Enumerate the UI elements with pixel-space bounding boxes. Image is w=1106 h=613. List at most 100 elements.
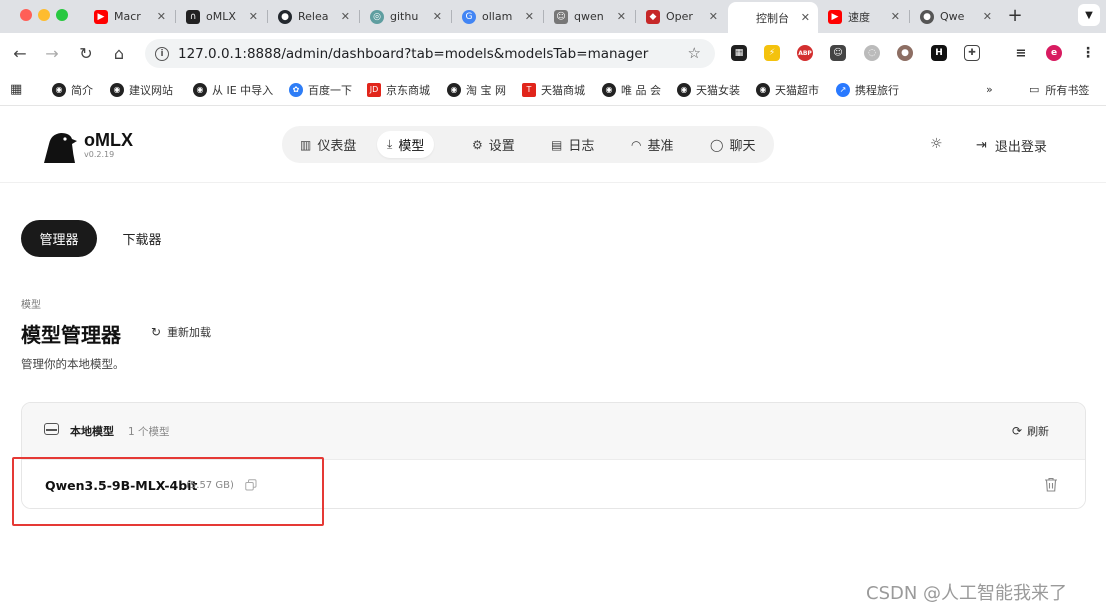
app-header: oMLX v0.2.19 ▥ 仪表盘 ⤓ 模型 ⚙ 设置 ▤ 日志 ◠ 基准 ◯… (0, 106, 1106, 183)
refresh-icon: ⟳ (1012, 424, 1023, 438)
all-bookmarks-folder[interactable]: ▭ 所有书签 (1029, 81, 1089, 98)
address-bar[interactable]: i 127.0.0.1:8888/admin/dashboard?tab=mod… (145, 39, 715, 68)
tab-separator (359, 10, 360, 23)
close-tab-icon[interactable]: ✕ (617, 10, 626, 23)
watermark-text: CSDN @人工智能我来了 (866, 583, 1068, 604)
back-arrow-icon[interactable]: ← (8, 41, 32, 65)
close-tab-icon[interactable]: ✕ (249, 10, 258, 23)
nav-dashboard[interactable]: ▥ 仪表盘 (290, 131, 366, 158)
home-icon[interactable]: ⌂ (107, 41, 131, 65)
extension-bolt-icon[interactable]: ⚡ (764, 45, 780, 61)
cookie-icon[interactable]: ● (897, 45, 913, 61)
new-tab-button[interactable]: + (1004, 4, 1026, 26)
globe-icon: ◎ (370, 9, 384, 24)
extension-chat-icon[interactable]: ◌ (864, 45, 880, 61)
nav-models[interactable]: ⤓ 模型 (377, 131, 435, 158)
close-window-button[interactable] (20, 9, 32, 21)
close-tab-icon[interactable]: ✕ (983, 10, 992, 23)
browser-tab[interactable]: ● Qwe ✕ (912, 4, 1000, 29)
url-text[interactable]: 127.0.0.1:8888/admin/dashboard?tab=model… (178, 46, 648, 62)
chat-icon: ◯ (710, 137, 724, 152)
extensions-puzzle-icon[interactable]: ✚ (964, 45, 980, 61)
browser-tab[interactable]: ◎ githu ✕ (362, 4, 450, 29)
extension-face-icon[interactable]: ☺ (830, 45, 846, 61)
trash-icon[interactable] (1044, 477, 1058, 492)
close-tab-icon[interactable]: ✕ (801, 11, 810, 24)
browser-tab[interactable]: ▶ 速度 ✕ (820, 4, 908, 29)
nav-benchmark[interactable]: ◠ 基准 (621, 131, 684, 158)
openrouter-icon: ◆ (646, 9, 660, 24)
github-icon: ● (278, 9, 292, 24)
subtab-manager[interactable]: 管理器 (21, 220, 97, 257)
bookmark-item[interactable]: ◉ 从 IE 中导入 (193, 81, 273, 98)
close-tab-icon[interactable]: ✕ (157, 10, 166, 23)
browser-tab[interactable]: ☺ qwen ✕ (546, 4, 634, 29)
bookmark-item[interactable]: ◉ 唯 品 会 (602, 81, 661, 98)
browser-menu-icon[interactable]: ⋮ (1080, 45, 1096, 61)
bookmark-item[interactable]: ◉ 淘 宝 网 (447, 81, 506, 98)
theme-toggle-sun-icon[interactable]: ☼ (930, 136, 943, 152)
close-tab-icon[interactable]: ✕ (525, 10, 534, 23)
logout-button[interactable]: ⇥ 退出登录 (976, 136, 1047, 155)
refresh-button[interactable]: ⟳ 刷新 (1012, 423, 1049, 439)
extension-h-icon[interactable]: H (931, 45, 947, 61)
subtab-downloader[interactable]: 下载器 (108, 220, 176, 257)
card-title: 本地模型 (70, 425, 114, 438)
bookmarks-bar: ▦ ◉ 简介 ◉ 建议网站 ◉ 从 IE 中导入 ✿ 百度一下 JD 京东商城 ◉ 淘 宝 … (0, 73, 1106, 106)
hard-drive-icon (44, 423, 59, 435)
reload-button[interactable]: ↻ 重新加载 (151, 324, 211, 340)
browser-toolbar: ← → ↻ ⌂ i 127.0.0.1:8888/admin/dashboard… (0, 33, 1106, 73)
browser-tab[interactable]: ∩ oMLX ✕ (178, 4, 266, 29)
browser-tab[interactable]: ● Relea ✕ (270, 4, 358, 29)
globe-icon: ◉ (52, 82, 66, 97)
nav-settings[interactable]: ⚙ 设置 (462, 131, 525, 158)
reload-page-icon[interactable]: ↻ (74, 41, 98, 65)
tab-search-chevron-icon[interactable]: ▼ (1078, 4, 1100, 26)
close-tab-icon[interactable]: ✕ (709, 10, 718, 23)
bookmark-item[interactable]: ◉ 建议网站 (110, 81, 173, 98)
maximize-window-button[interactable] (56, 9, 68, 21)
chart-icon: ▥ (300, 137, 312, 152)
browser-tab[interactable]: ◆ Oper ✕ (638, 4, 726, 29)
nav-logs[interactable]: ▤ 日志 (541, 131, 604, 158)
nav-chat[interactable]: ◯ 聊天 (700, 131, 765, 158)
browser-tab-active[interactable]: 控制台 ✕ (728, 2, 818, 33)
close-tab-icon[interactable]: ✕ (891, 10, 900, 23)
profile-avatar[interactable]: e (1046, 45, 1062, 61)
extension-grid-icon[interactable]: ▦ (731, 45, 747, 61)
media-controls-icon[interactable]: ≡ (1013, 45, 1029, 61)
browser-tab[interactable]: ▶ Macr ✕ (86, 4, 174, 29)
annotation-highlight-box (12, 457, 324, 526)
browser-tab[interactable]: G ollam ✕ (454, 4, 542, 29)
bookmark-item[interactable]: ◉ 天猫超市 (756, 81, 819, 98)
bookmark-item[interactable]: ◉ 简介 (52, 81, 93, 98)
logout-icon: ⇥ (976, 138, 987, 153)
card-header: 本地模型 1 个模型 ⟳ 刷新 (22, 403, 1085, 460)
site-info-icon[interactable]: i (155, 46, 169, 61)
tab-separator (635, 10, 636, 23)
tmall-logo-icon: T (522, 82, 536, 97)
bookmark-item[interactable]: ◉ 天猫女装 (677, 81, 740, 98)
globe-icon: ◉ (447, 82, 461, 97)
apps-grid-icon[interactable]: ▦ (10, 81, 22, 98)
app-root: oMLX v0.2.19 ▥ 仪表盘 ⤓ 模型 ⚙ 设置 ▤ 日志 ◠ 基准 ◯… (0, 106, 1106, 613)
close-tab-icon[interactable]: ✕ (341, 10, 350, 23)
bookmark-item[interactable]: JD 京东商城 (367, 81, 430, 98)
breadcrumb: 模型 (21, 300, 41, 311)
globe-icon: ◉ (677, 82, 691, 97)
forward-arrow-icon[interactable]: → (40, 41, 64, 65)
bookmark-item[interactable]: T 天猫商城 (522, 81, 585, 98)
bookmark-star-icon[interactable]: ☆ (688, 44, 701, 62)
bookmarks-overflow-button[interactable]: » (986, 81, 993, 98)
minimize-window-button[interactable] (38, 9, 50, 21)
close-tab-icon[interactable]: ✕ (433, 10, 442, 23)
ollama-icon: ☺ (554, 9, 568, 24)
bookmark-item[interactable]: ↗ 携程旅行 (836, 81, 899, 98)
bookmark-item[interactable]: ✿ 百度一下 (289, 81, 352, 98)
brand-name: oMLX (84, 130, 133, 150)
adblock-icon[interactable]: ABP (797, 45, 813, 61)
folder-icon: ▭ (1029, 83, 1040, 96)
omlx-favicon: ∩ (186, 9, 200, 24)
gauge-icon: ◠ (631, 137, 642, 152)
page-subtitle: 管理你的本地模型。 (21, 357, 125, 371)
